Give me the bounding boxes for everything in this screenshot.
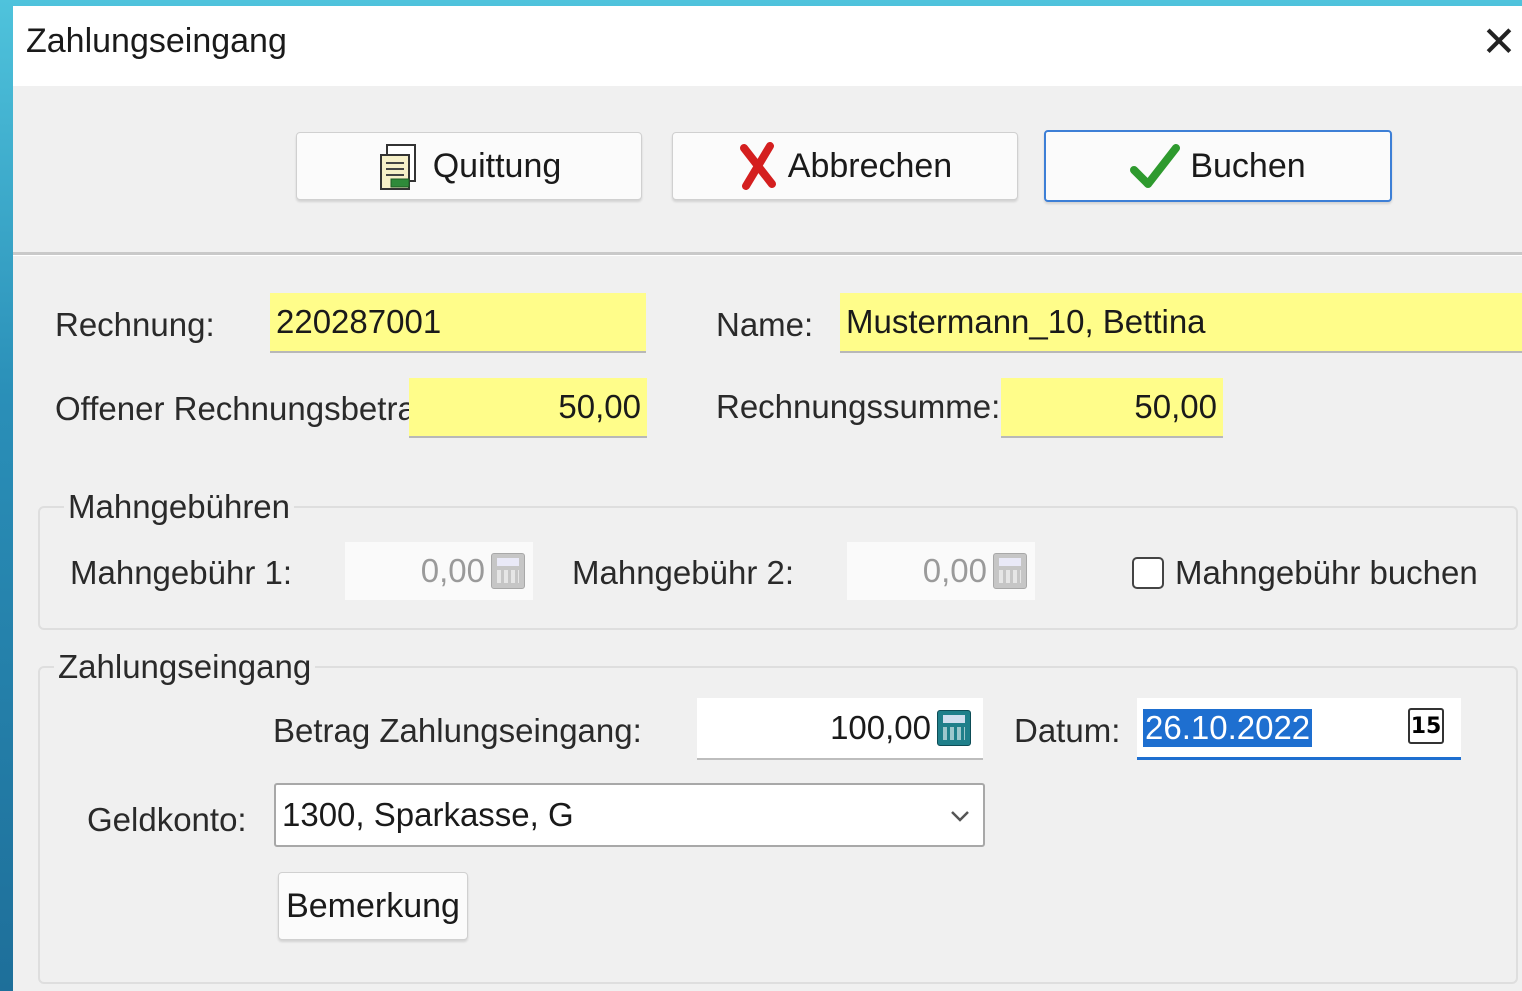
account-dropdown[interactable]: 1300, Sparkasse, G bbox=[274, 783, 985, 847]
payment-amount-label: Betrag Zahlungseingang: bbox=[273, 712, 642, 749]
name-field: Mustermann_10, Bettina bbox=[840, 293, 1522, 353]
remark-button[interactable]: Bemerkung bbox=[278, 872, 468, 940]
fee1-label: Mahngebühr 1: bbox=[70, 554, 292, 591]
book-button-label: Buchen bbox=[1190, 146, 1306, 185]
book-fee-checkbox[interactable] bbox=[1132, 557, 1164, 589]
payment-amount-value: 100,00 bbox=[830, 709, 931, 746]
checkmark-icon bbox=[1130, 142, 1181, 190]
cancel-x-icon bbox=[738, 142, 778, 190]
title-bar: Zahlungseingang ✕ bbox=[13, 6, 1522, 86]
calculator-icon[interactable] bbox=[491, 553, 525, 589]
fee2-label: Mahngebühr 2: bbox=[572, 554, 794, 591]
receipt-button-label: Quittung bbox=[432, 146, 562, 185]
fee1-field: 0,00 bbox=[345, 542, 533, 600]
payment-dialog: Zahlungseingang ✕ Quittung Abbrechen Buc… bbox=[13, 6, 1522, 991]
fee2-field: 0,00 bbox=[847, 542, 1035, 600]
book-fee-label: Mahngebühr buchen bbox=[1175, 554, 1478, 591]
account-value: 1300, Sparkasse, G bbox=[282, 796, 574, 833]
date-value: 26.10.2022 bbox=[1143, 708, 1313, 747]
remark-button-label: Bemerkung bbox=[286, 886, 460, 925]
invoice-total-field: 50,00 bbox=[1001, 378, 1223, 438]
payment-amount-field[interactable]: 100,00 bbox=[697, 698, 983, 760]
calculator-icon[interactable] bbox=[993, 553, 1027, 589]
calendar-icon[interactable]: 15 bbox=[1408, 708, 1444, 744]
close-icon[interactable]: ✕ bbox=[1476, 6, 1522, 78]
toolbar-divider bbox=[13, 252, 1522, 256]
fee1-value: 0,00 bbox=[420, 552, 485, 589]
open-amount-label: Offener Rechnungsbetrag: bbox=[55, 390, 444, 427]
cancel-button-label: Abbrechen bbox=[787, 146, 953, 185]
invoice-number-field: 220287001 bbox=[270, 293, 646, 353]
receipt-button[interactable]: Quittung bbox=[296, 132, 642, 200]
invoice-total-label: Rechnungssumme: bbox=[716, 388, 1001, 425]
book-button[interactable]: Buchen bbox=[1044, 130, 1392, 202]
fees-group-title: Mahngebühren bbox=[64, 488, 295, 526]
cancel-button[interactable]: Abbrechen bbox=[672, 132, 1018, 200]
name-label: Name: bbox=[716, 306, 814, 343]
account-label: Geldkonto: bbox=[87, 801, 247, 838]
window-title: Zahlungseingang bbox=[26, 22, 287, 60]
payment-group-title: Zahlungseingang bbox=[54, 648, 316, 686]
chevron-down-icon[interactable] bbox=[949, 805, 971, 827]
invoice-number-label: Rechnung: bbox=[55, 306, 215, 343]
open-amount-field: 50,00 bbox=[409, 378, 647, 438]
date-label: Datum: bbox=[1014, 712, 1121, 749]
fee2-value: 0,00 bbox=[922, 552, 987, 589]
calculator-icon[interactable] bbox=[937, 710, 971, 746]
receipt-icon bbox=[377, 141, 423, 191]
